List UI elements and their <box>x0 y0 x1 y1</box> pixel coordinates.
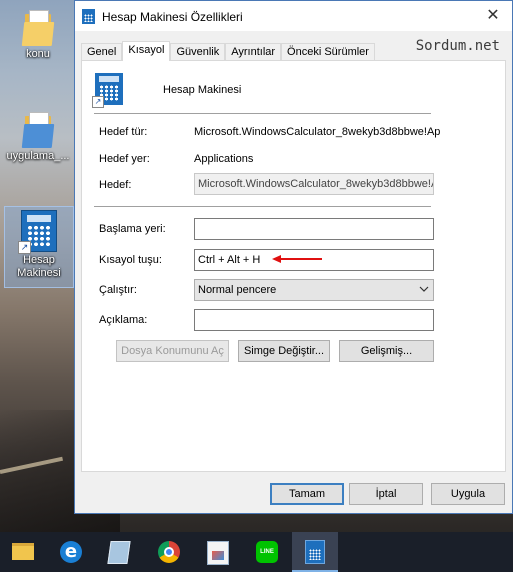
start-in-field[interactable] <box>194 218 434 240</box>
run-label: Çalıştır: <box>99 284 137 296</box>
comment-field[interactable] <box>194 309 434 331</box>
desktop-icon-label: uygulama_... <box>6 150 70 162</box>
paint-icon <box>207 541 229 565</box>
advanced-button[interactable]: Gelişmiş... <box>339 340 434 362</box>
shortcut-key-value: Ctrl + Alt + H <box>198 254 261 266</box>
shortcut-key-label: Kısayol tuşu: <box>99 254 162 266</box>
target-type-value: Microsoft.WindowsCalculator_8wekyb3d8bbw… <box>194 126 441 138</box>
calculator-icon <box>82 9 95 24</box>
title-bar[interactable]: Hesap Makinesi Özellikleri ✕ <box>75 1 512 31</box>
tab-kisayol[interactable]: Kısayol <box>122 41 171 61</box>
tab-bar: Genel Kısayol Güvenlik Ayrıntılar Önceki… <box>81 41 375 61</box>
desktop-icon-konu[interactable]: konu <box>4 10 72 61</box>
tab-genel[interactable]: Genel <box>81 43 123 60</box>
run-mode-select[interactable]: Normal pencere <box>194 279 434 301</box>
open-file-location-button[interactable]: Dosya Konumunu Aç <box>116 340 229 362</box>
divider <box>94 206 431 207</box>
taskbar: e LINE <box>0 532 513 572</box>
desktop-icon-uygulama[interactable]: uygulama_... <box>4 112 72 163</box>
start-in-label: Başlama yeri: <box>99 223 166 235</box>
change-icon-button[interactable]: Simge Değiştir... <box>238 340 330 362</box>
taskbar-chrome[interactable] <box>146 532 192 572</box>
notepad-icon <box>107 541 131 564</box>
calculator-icon: ↗ <box>92 73 123 108</box>
dialog-title: Hesap Makinesi Özellikleri <box>102 10 243 24</box>
edge-icon: e <box>60 541 82 563</box>
chrome-icon <box>158 541 180 563</box>
tab-ayrintilar[interactable]: Ayrıntılar <box>225 43 282 60</box>
desktop-icon-hesap-makinesi[interactable]: ↗ Hesap Makinesi <box>4 206 74 288</box>
run-mode-value: Normal pencere <box>198 284 277 296</box>
file-explorer-icon <box>12 543 34 560</box>
tab-guvenlik[interactable]: Güvenlik <box>170 43 226 60</box>
line-icon: LINE <box>256 541 278 563</box>
run-label-text: Çalıştır: <box>99 284 137 296</box>
close-button[interactable]: ✕ <box>478 5 508 27</box>
target-location-label: Hedef yer: <box>99 153 150 165</box>
comment-label: Açıklama: <box>99 314 148 326</box>
annotation-arrow-icon <box>272 255 322 263</box>
shortcut-arrow-icon: ↗ <box>92 96 104 108</box>
target-field[interactable]: Microsoft.WindowsCalculator_8wekyb3d8bbw… <box>194 173 434 195</box>
app-name: Hesap Makinesi <box>163 84 242 96</box>
desktop-icon-label: Hesap Makinesi <box>17 254 61 279</box>
properties-dialog: Hesap Makinesi Özellikleri ✕ Genel Kısay… <box>74 0 513 514</box>
folder-icon <box>21 10 55 46</box>
shortcut-tab-panel: ↗ Hesap Makinesi Hedef tür: Microsoft.Wi… <box>81 60 506 472</box>
taskbar-calculator[interactable] <box>292 532 338 572</box>
shortcut-arrow-icon: ↗ <box>18 241 31 254</box>
taskbar-edge[interactable]: e <box>48 532 94 572</box>
chevron-down-icon <box>419 281 429 300</box>
taskbar-notepad[interactable] <box>96 532 142 572</box>
folder-icon <box>21 112 55 148</box>
target-label: Hedef: <box>99 179 132 191</box>
target-location-value: Applications <box>194 153 254 165</box>
watermark: Sordum.net <box>415 38 500 54</box>
divider <box>94 113 431 114</box>
tab-onceki-surumler[interactable]: Önceki Sürümler <box>281 43 375 60</box>
calculator-shortcut-icon: ↗ <box>18 210 57 254</box>
calculator-icon <box>305 540 325 564</box>
taskbar-file-explorer[interactable] <box>0 532 46 572</box>
taskbar-paint[interactable] <box>194 532 240 572</box>
ok-button[interactable]: Tamam <box>270 483 344 505</box>
apply-button[interactable]: Uygula <box>431 483 505 505</box>
desktop-icon-label: konu <box>26 48 50 60</box>
taskbar-line[interactable]: LINE <box>244 532 290 572</box>
cancel-button[interactable]: İptal <box>349 483 423 505</box>
target-type-label: Hedef tür: <box>99 126 148 138</box>
